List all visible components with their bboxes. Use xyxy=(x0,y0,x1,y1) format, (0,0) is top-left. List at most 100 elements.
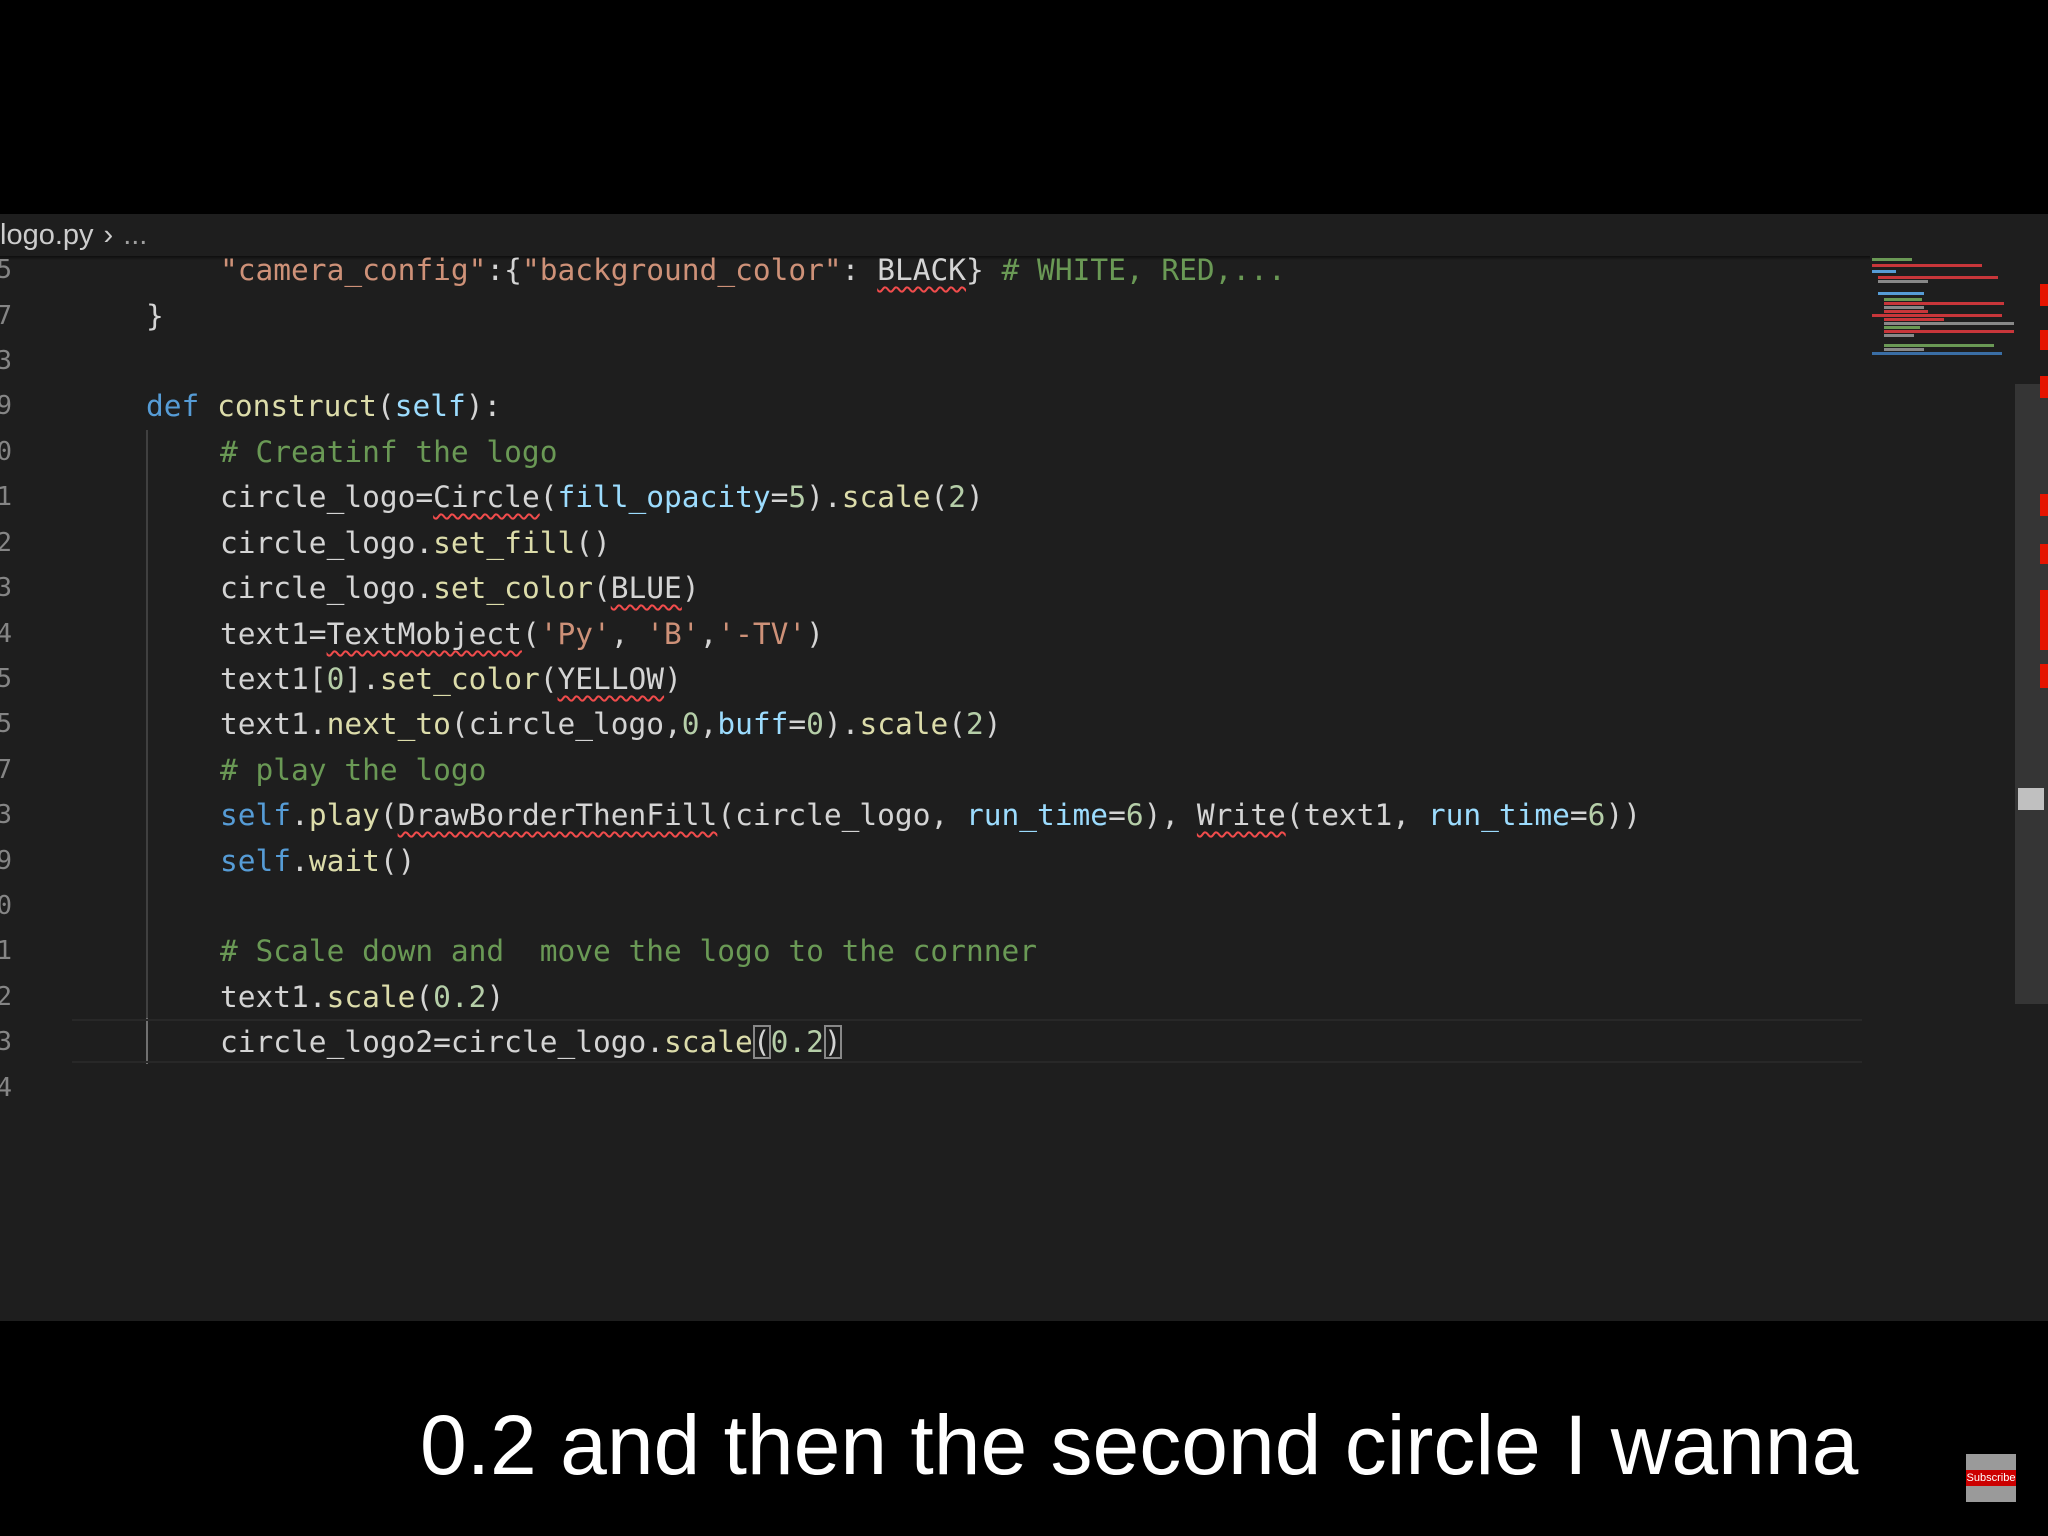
punctuation-token: ( xyxy=(415,980,434,1014)
number-token: 2 xyxy=(966,707,984,741)
punctuation-token: ) xyxy=(681,571,700,605)
indent-guide xyxy=(146,430,148,1063)
number-token: 0 xyxy=(681,707,700,741)
punctuation-token: () xyxy=(575,526,611,560)
punctuation-token: ( xyxy=(539,480,558,514)
vertical-scrollbar[interactable] xyxy=(2015,384,2048,1004)
parameter-token: self xyxy=(394,389,466,423)
parameter-token: run_time xyxy=(1427,798,1570,832)
function-token: construct xyxy=(217,389,377,423)
function-token: play xyxy=(308,798,380,832)
parameter-token: run_time xyxy=(965,798,1109,832)
line-number: 3 xyxy=(0,800,12,830)
punctuation-token: = xyxy=(788,707,807,741)
breadcrumb-symbol[interactable]: ... xyxy=(123,214,147,256)
comment-token: # Creatinf the logo xyxy=(220,435,558,469)
minimap[interactable] xyxy=(1872,256,2014,366)
parameter-token: buff xyxy=(717,707,789,741)
subscribe-label: Subscribe xyxy=(1966,1470,2016,1486)
number-token: 0.2 xyxy=(433,980,487,1014)
code-line[interactable]: self.play(DrawBorderThenFill(circle_logo… xyxy=(220,793,1641,838)
identifier-token: text1. xyxy=(220,980,327,1014)
line-number: 5 xyxy=(0,664,12,694)
code-line[interactable]: # Scale down and move the logo to the co… xyxy=(220,929,1037,974)
punctuation-token: ) xyxy=(806,617,824,651)
identifier-token: circle_logo. xyxy=(220,571,434,605)
comment-token: # play the logo xyxy=(220,753,487,787)
string-token: 'Py' xyxy=(539,617,611,651)
punctuation-token: ( xyxy=(539,662,558,696)
line-number: 2 xyxy=(0,528,12,558)
punctuation-token: : xyxy=(841,253,878,287)
class-token: Circle xyxy=(433,480,540,514)
minimap-line xyxy=(1884,302,2004,305)
minimap-line xyxy=(1878,276,1998,279)
error-marker xyxy=(2040,494,2048,516)
number-token: 0 xyxy=(806,707,824,741)
number-token: 0 xyxy=(326,662,345,696)
class-token: Write xyxy=(1196,798,1286,832)
chevron-right-icon: › xyxy=(103,219,114,251)
punctuation-token: )) xyxy=(1605,798,1641,832)
line-number: 7 xyxy=(0,301,12,331)
punctuation-token: } xyxy=(966,253,1002,287)
code-line[interactable]: text1.next_to(circle_logo,0,buff=0).scal… xyxy=(220,702,1002,747)
code-line[interactable]: circle_logo.set_fill() xyxy=(220,521,611,566)
bracket-match: ) xyxy=(823,1025,842,1059)
code-editor[interactable]: logo.py ›... 5 7 3 9 0 1 2 3 4 5 5 7 3 9 … xyxy=(0,214,2048,1321)
minimap-line xyxy=(1872,314,2002,317)
code-line-current[interactable]: circle_logo2=circle_logo.scale(0.2) xyxy=(220,1020,842,1065)
class-token: TextMobject xyxy=(326,617,522,651)
code-line[interactable]: # play the logo xyxy=(220,748,486,793)
function-token: scale xyxy=(326,980,416,1014)
code-line[interactable]: text1[0].set_color(YELLOW) xyxy=(220,657,682,702)
minimap-line xyxy=(1878,292,1924,295)
code-line[interactable]: circle_logo=Circle(fill_opacity=5).scale… xyxy=(220,475,984,520)
punctuation-token: } xyxy=(146,299,164,333)
line-number: 1 xyxy=(0,482,12,512)
error-marker xyxy=(2040,544,2048,564)
code-line[interactable]: } xyxy=(146,294,164,339)
error-marker xyxy=(2040,284,2048,306)
breadcrumb-file[interactable]: logo.py xyxy=(0,214,94,256)
number-token: 5 xyxy=(788,480,807,514)
punctuation-token: , xyxy=(610,617,647,651)
line-number: 3 xyxy=(0,573,12,603)
bracket-match: ( xyxy=(752,1025,771,1059)
punctuation-token: . xyxy=(291,798,309,832)
function-token: set_fill xyxy=(433,526,576,560)
minimap-line xyxy=(1872,264,1982,267)
code-line[interactable]: def construct(self): xyxy=(146,384,501,429)
punctuation-token: ( xyxy=(930,480,949,514)
punctuation-token: ( xyxy=(948,707,967,741)
string-token: "camera_config" xyxy=(220,253,487,287)
code-line[interactable]: # Creatinf the logo xyxy=(220,430,557,475)
line-number: 5 xyxy=(0,709,12,739)
punctuation-token: (text1, xyxy=(1285,798,1428,832)
punctuation-token: ): xyxy=(465,389,502,423)
comment-token: # WHITE, RED,... xyxy=(1001,253,1286,287)
minimap-line xyxy=(1884,348,1924,351)
keyword-token: self xyxy=(220,798,292,832)
code-line[interactable]: text1=TextMobject('Py', 'B','-TV') xyxy=(220,612,824,657)
code-line[interactable]: circle_logo.set_color(BLUE) xyxy=(220,566,700,611)
minimap-line xyxy=(1884,322,2014,325)
minimap-line xyxy=(1884,344,1994,347)
line-number: 2 xyxy=(0,982,12,1012)
identifier-token: text1. xyxy=(220,707,327,741)
minimap-line xyxy=(1884,334,1914,337)
punctuation-token: ), xyxy=(1143,798,1197,832)
comment-token: # Scale down and move the logo to the co… xyxy=(220,934,1037,968)
punctuation-token: ). xyxy=(823,707,860,741)
punctuation-token: ( xyxy=(376,389,395,423)
minimap-line xyxy=(1884,306,1924,309)
function-token: scale xyxy=(859,707,949,741)
identifier-token: circle_logo. xyxy=(220,526,434,560)
minimap-line xyxy=(1884,326,1920,329)
code-line[interactable]: self.wait() xyxy=(220,839,415,884)
line-number: 7 xyxy=(0,755,12,785)
code-line[interactable]: "camera_config":{"background_color": BLA… xyxy=(220,248,1286,293)
line-number: 9 xyxy=(0,391,12,421)
code-line[interactable]: text1.scale(0.2) xyxy=(220,975,504,1020)
subscribe-button[interactable]: Subscribe xyxy=(1966,1454,2016,1502)
